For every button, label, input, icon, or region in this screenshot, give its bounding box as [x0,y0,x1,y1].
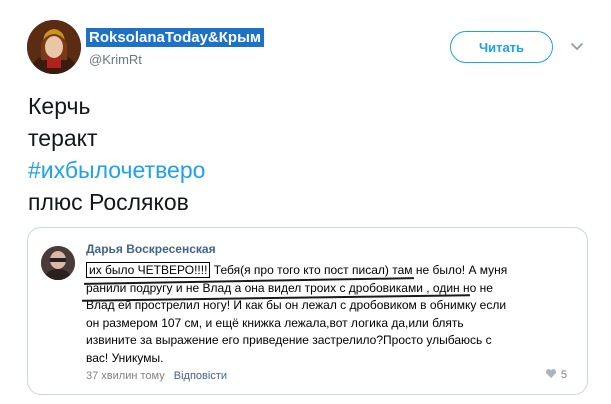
tweet-line: теракт [28,125,98,151]
user-avatar[interactable] [27,20,81,74]
comment-line-text: Тебя(я про того кто пост писал) там не б… [213,263,508,277]
tweet-line: плюс Росляков [28,189,189,215]
heart-icon [545,368,557,382]
follow-button[interactable]: Читать [450,31,553,63]
comment-line: извините за выражение его приведение зас… [86,333,492,347]
hashtag-link[interactable]: #ихбылочетверо [28,154,205,186]
tweet-line: Керчь [28,93,91,119]
comment-line: их было ЧЕТВЕРО!!!! Тебя(я про того кто … [86,262,580,280]
like-count: 5 [545,368,567,382]
comment-avatar [41,246,75,280]
comment-line: он размером 107 см, и ещё книжка лежала,… [86,315,464,330]
comment-highlight: их было ЧЕТВЕРО!!!! [86,262,211,278]
like-number: 5 [560,369,567,381]
chevron-down-icon[interactable] [569,38,585,54]
comment-meta: 37 хвилин тому Відповісти [86,370,227,382]
tweet-text: Керчь теракт #ихбылочетверо плюс Росляко… [28,90,205,218]
comment-author: Дарья Воскресенская [86,242,216,256]
comment-line: вас! Уникумы. [86,350,164,365]
display-name[interactable]: RoksolanaToday&Крым [86,28,264,47]
comment-time: 37 хвилин тому [86,370,165,382]
embedded-screenshot[interactable]: Дарья Воскресенская их было ЧЕТВЕРО!!!! … [27,227,588,395]
user-handle[interactable]: @KrimRt [89,52,142,67]
reply-link: Відповісти [173,370,228,382]
